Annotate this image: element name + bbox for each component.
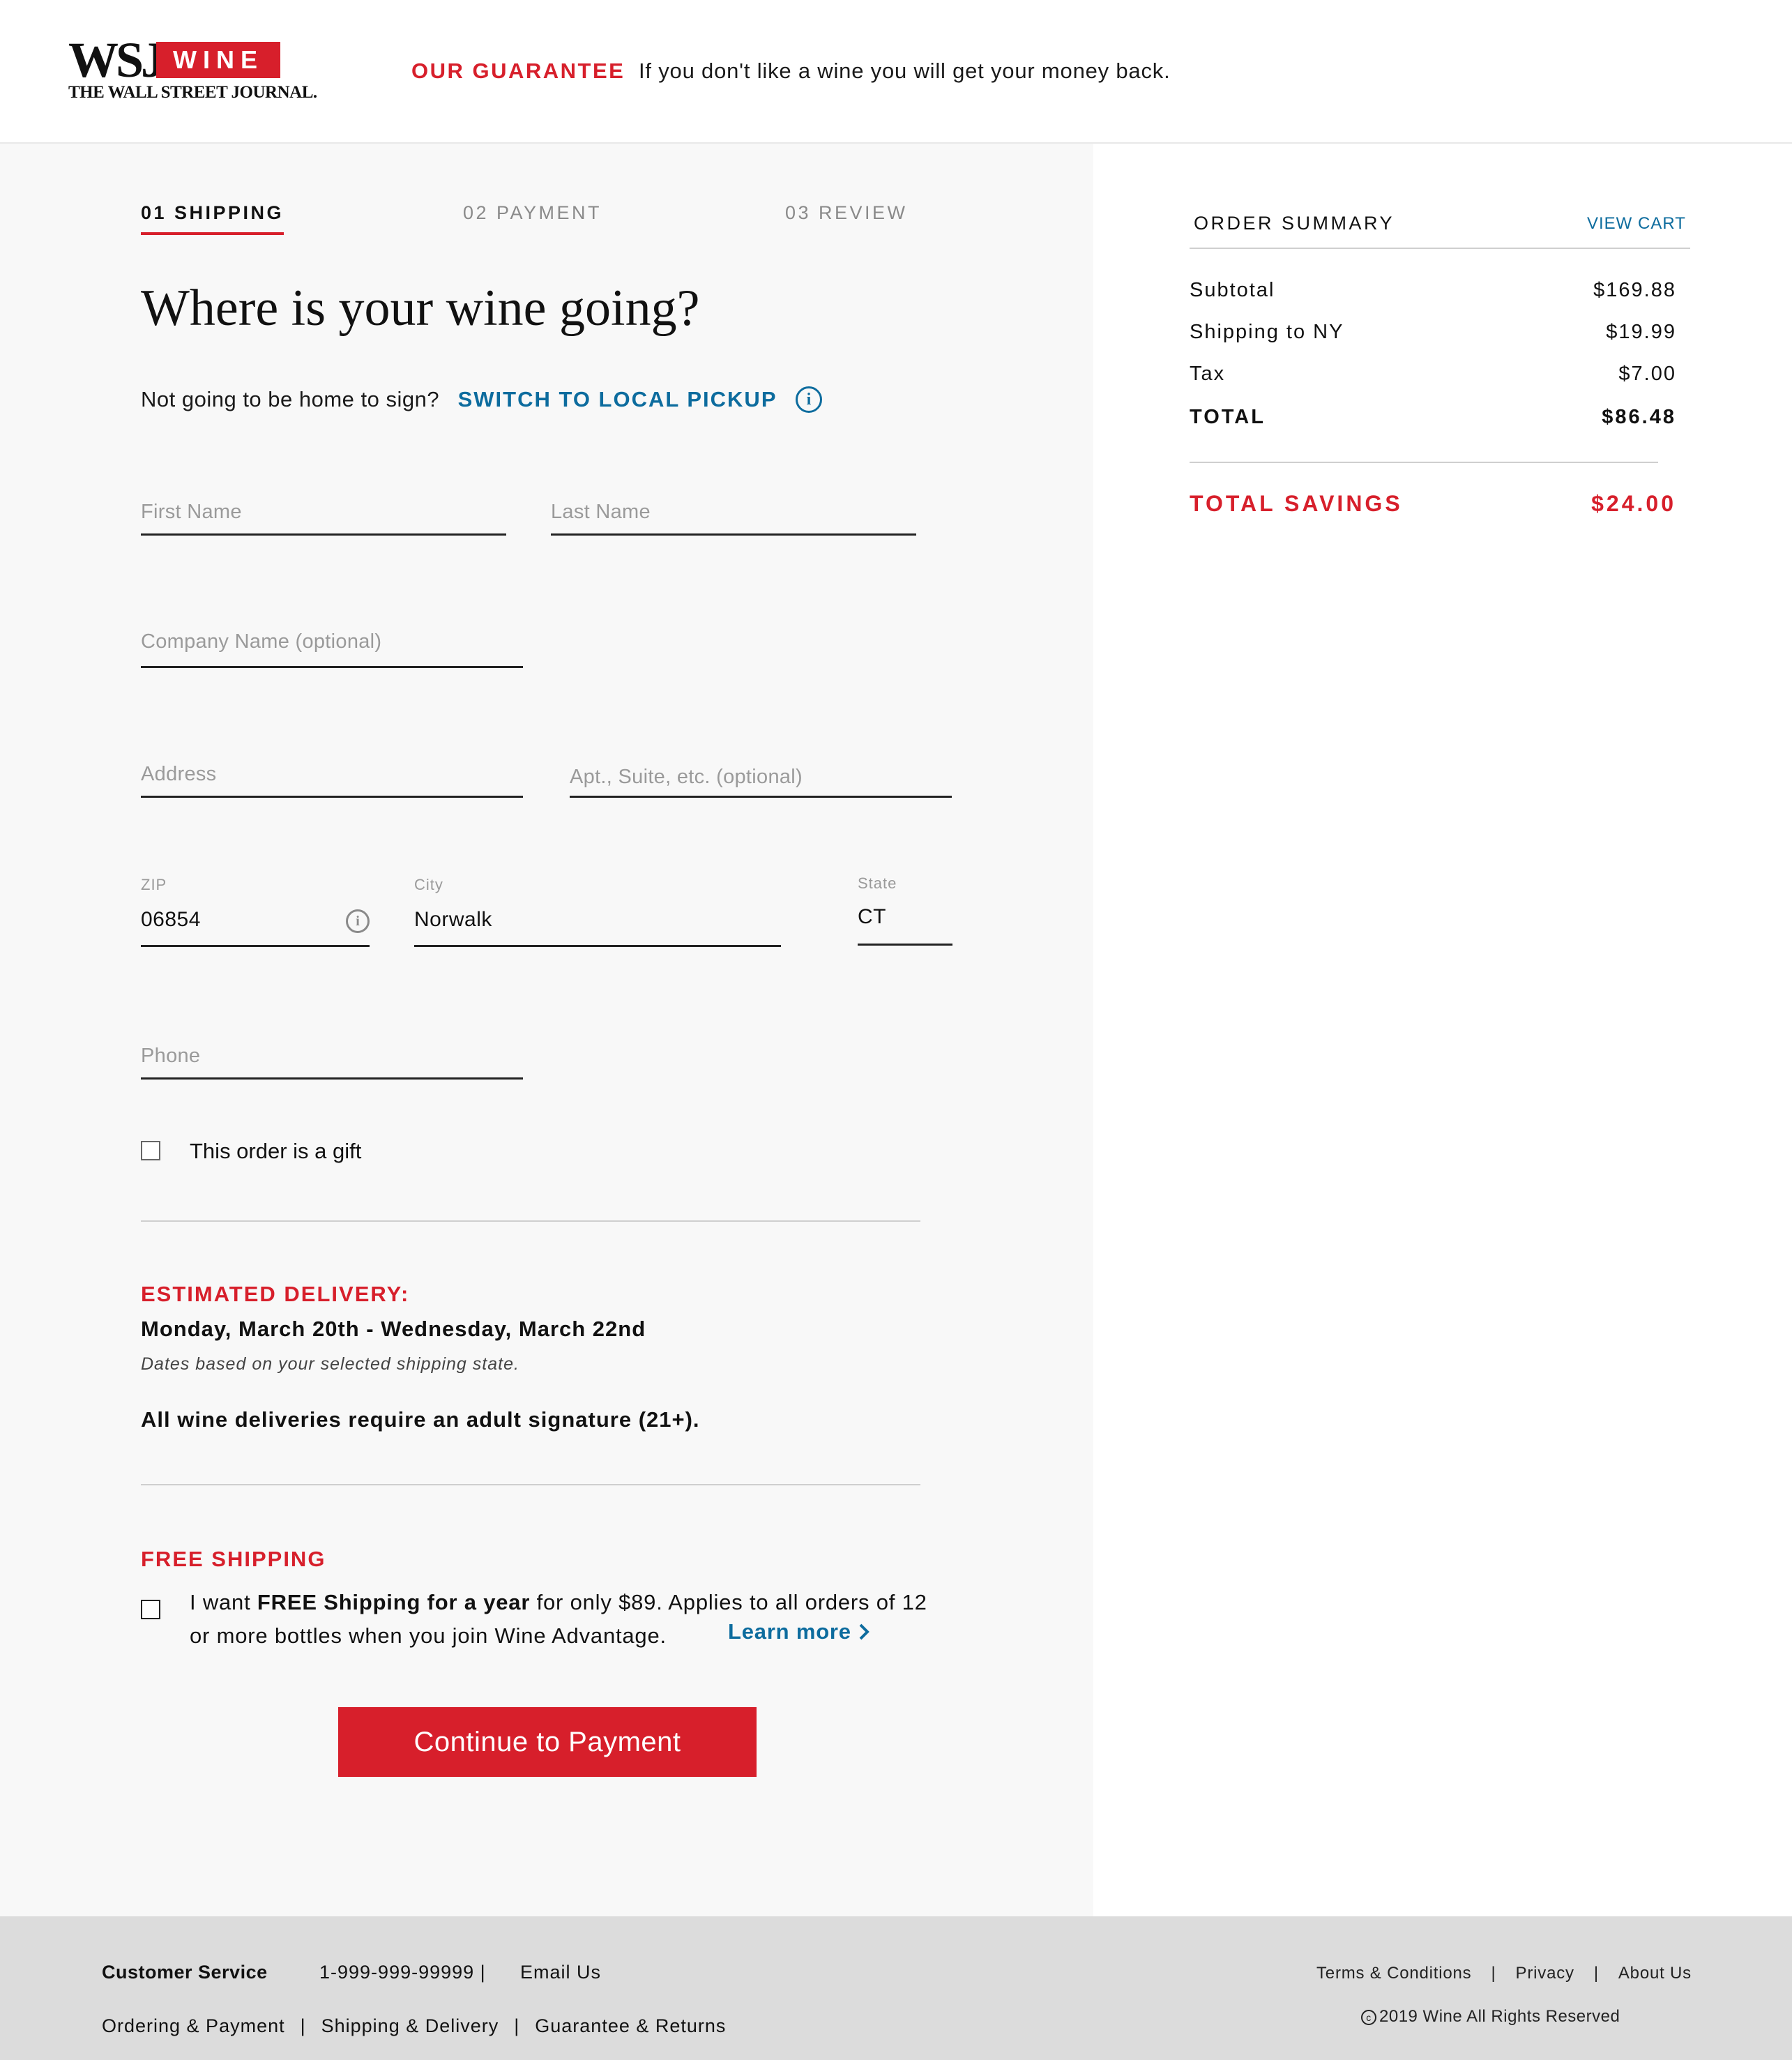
summary-amount: $169.88: [1593, 279, 1676, 301]
state-select[interactable]: State CT: [858, 874, 952, 946]
separator: |: [514, 2015, 520, 2036]
chevron-right-icon: [859, 1623, 870, 1640]
site-footer: Customer Service 1-999-999-99999 | Email…: [0, 1916, 1792, 2060]
free-shipping-checkbox[interactable]: [141, 1600, 160, 1619]
gift-checkbox[interactable]: [141, 1141, 160, 1160]
copyright-text: 2019 Wine All Rights Reserved: [1379, 2007, 1620, 2026]
address-placeholder: Address: [141, 763, 217, 785]
apt-suite-field[interactable]: Apt., Suite, etc. (optional): [570, 759, 952, 798]
apt-suite-placeholder: Apt., Suite, etc. (optional): [570, 766, 803, 788]
first-name-field[interactable]: First Name: [141, 497, 506, 536]
total-savings-label: TOTAL SAVINGS: [1190, 491, 1403, 516]
separator: |: [1593, 1964, 1599, 1983]
learn-more-label: Learn more: [728, 1619, 851, 1644]
summary-row-subtotal: Subtotal $169.88: [1190, 279, 1676, 307]
step-shipping[interactable]: 01 SHIPPING: [141, 202, 284, 235]
summary-row-tax: Tax $7.00: [1190, 363, 1676, 391]
footer-link-shipping-delivery[interactable]: Shipping & Delivery: [321, 2015, 499, 2036]
summary-label: TOTAL: [1190, 406, 1266, 428]
phone-placeholder: Phone: [141, 1045, 201, 1067]
copyright-icon: c: [1361, 2010, 1376, 2025]
footer-link-terms[interactable]: Terms & Conditions: [1316, 1964, 1471, 1983]
email-us-link[interactable]: Email Us: [520, 1962, 601, 1983]
summary-amount: $19.99: [1606, 321, 1676, 343]
address-field[interactable]: Address: [141, 759, 523, 798]
footer-link-guarantee-returns[interactable]: Guarantee & Returns: [535, 2015, 726, 2036]
copyright: c 2019 Wine All Rights Reserved: [1361, 2007, 1620, 2027]
summary-divider: [1190, 462, 1658, 463]
zip-value: 06854: [141, 908, 201, 931]
learn-more-link[interactable]: Learn more: [728, 1619, 870, 1644]
footer-link-about-us[interactable]: About Us: [1618, 1964, 1692, 1983]
separator: |: [300, 2015, 306, 2036]
site-header: WSJ WINE THE WALL STREET JOURNAL. OUR GU…: [0, 0, 1792, 144]
summary-amount: $86.48: [1602, 406, 1676, 428]
logo-journal-text: THE WALL STREET JOURNAL.: [68, 83, 317, 102]
guarantee-text: If you don't like a wine you will get yo…: [639, 59, 1171, 83]
switch-to-local-pickup-link[interactable]: SWITCH TO LOCAL PICKUP: [458, 387, 777, 411]
last-name-placeholder: Last Name: [551, 501, 651, 523]
free-shipping-text-pre: I want: [190, 1590, 257, 1614]
estimated-delivery-dates: Monday, March 20th - Wednesday, March 22…: [141, 1317, 646, 1341]
summary-amount: $7.00: [1618, 363, 1676, 385]
city-field[interactable]: City Norwalk: [414, 876, 781, 947]
summary-row-shipping: Shipping to NY $19.99: [1190, 321, 1676, 349]
last-name-field[interactable]: Last Name: [551, 497, 916, 536]
logo-wine-badge: WINE: [156, 42, 280, 78]
summary-row-total: TOTAL $86.48: [1190, 406, 1676, 434]
phone-field[interactable]: Phone: [141, 1040, 523, 1080]
footer-legal-links: Terms & Conditions | Privacy | About Us: [1316, 1964, 1692, 1983]
guarantee-label: OUR GUARANTEE: [411, 59, 625, 83]
zip-info-icon[interactable]: i: [346, 909, 370, 933]
step-review[interactable]: 03 REVIEW: [785, 202, 908, 224]
view-cart-link[interactable]: VIEW CART: [1587, 214, 1686, 234]
page-title: Where is your wine going?: [141, 280, 700, 337]
zip-label: ZIP: [141, 876, 167, 893]
state-label: State: [858, 874, 897, 892]
pickup-question: Not going to be home to sign?: [141, 387, 440, 411]
summary-divider: [1190, 248, 1690, 249]
footer-links: Ordering & Payment | Shipping & Delivery | G…: [102, 2015, 726, 2037]
city-label: City: [414, 876, 443, 893]
info-icon[interactable]: i: [795, 386, 822, 413]
order-summary-title: ORDER SUMMARY: [1194, 213, 1395, 234]
state-value: CT: [858, 905, 886, 928]
company-name-placeholder: Company Name (optional): [141, 630, 382, 653]
total-savings-amount: $24.00: [1591, 491, 1676, 516]
summary-label: Subtotal: [1190, 279, 1275, 301]
first-name-placeholder: First Name: [141, 501, 242, 523]
free-shipping-text-bold: FREE Shipping for a year: [257, 1590, 531, 1614]
footer-link-ordering-payment[interactable]: Ordering & Payment: [102, 2015, 285, 2036]
customer-service-label: Customer Service: [102, 1962, 268, 1983]
summary-label: Tax: [1190, 363, 1226, 385]
city-value: Norwalk: [414, 908, 492, 931]
continue-to-payment-button[interactable]: Continue to Payment: [338, 1707, 757, 1777]
customer-service-phone[interactable]: 1-999-999-99999 |: [319, 1962, 486, 1983]
company-name-field[interactable]: Company Name (optional): [141, 626, 523, 668]
gift-label[interactable]: This order is a gift: [190, 1139, 361, 1164]
divider: [141, 1220, 920, 1222]
total-savings-row: TOTAL SAVINGS $24.00: [1190, 491, 1676, 522]
step-payment[interactable]: 02 PAYMENT: [463, 202, 602, 224]
wsj-wine-logo[interactable]: WSJ WINE THE WALL STREET JOURNAL.: [68, 32, 317, 105]
checkout-steps: 01 SHIPPING 02 PAYMENT 03 REVIEW: [141, 202, 908, 237]
zip-field[interactable]: ZIP 06854 i: [141, 876, 370, 947]
divider: [141, 1484, 920, 1485]
delivery-dates-note: Dates based on your selected shipping st…: [141, 1354, 519, 1374]
adult-signature-notice: All wine deliveries require an adult sig…: [141, 1407, 700, 1432]
estimated-delivery-label: ESTIMATED DELIVERY:: [141, 1282, 410, 1306]
summary-label: Shipping to NY: [1190, 321, 1344, 343]
logo-wsj-text: WSJ: [68, 32, 166, 88]
local-pickup-row: Not going to be home to sign? SWITCH TO …: [141, 386, 822, 417]
footer-link-privacy[interactable]: Privacy: [1516, 1964, 1574, 1983]
separator: |: [1491, 1964, 1496, 1983]
free-shipping-label: FREE SHIPPING: [141, 1547, 326, 1571]
